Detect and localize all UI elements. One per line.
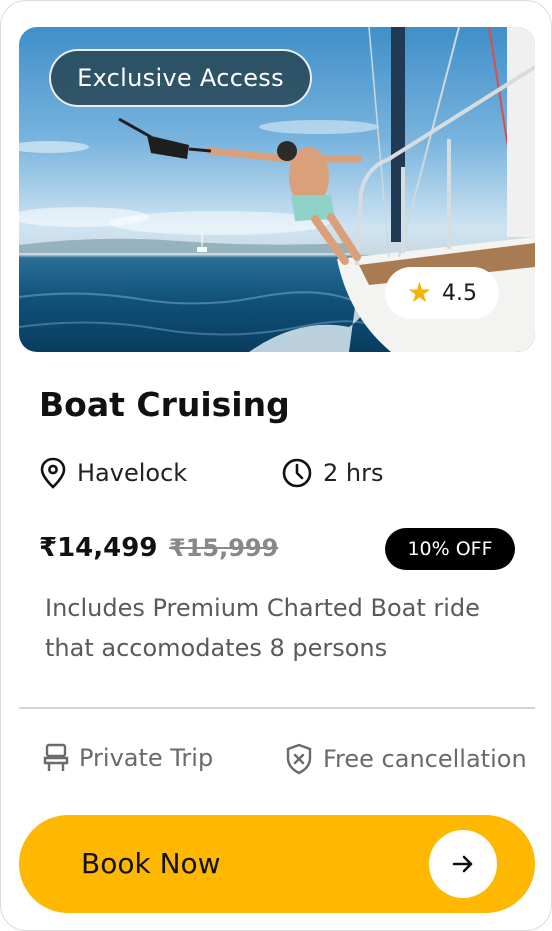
hero-image: Exclusive Access ★ 4.5 — [19, 27, 535, 352]
discount-label: 10% OFF — [407, 538, 493, 560]
current-price: ₹14,499 — [39, 533, 158, 563]
book-now-button[interactable]: Book Now — [19, 815, 535, 913]
arrow-right-icon — [452, 855, 473, 873]
location-label: Havelock — [77, 459, 188, 487]
seat-icon — [43, 743, 69, 771]
rating-badge: ★ 4.5 — [385, 267, 499, 319]
star-icon: ★ — [406, 276, 433, 309]
arrow-button[interactable] — [429, 830, 497, 898]
rating-value: 4.5 — [442, 280, 478, 306]
feature-free-cancellation: Free cancellation — [285, 743, 527, 775]
location-pin-icon — [40, 457, 66, 489]
exclusive-access-badge: Exclusive Access — [49, 49, 312, 107]
shield-x-icon — [286, 743, 312, 775]
price-row: ₹14,499 ₹15,999 10% OFF — [39, 528, 515, 570]
book-now-label: Book Now — [81, 847, 221, 880]
feature-private-trip: Private Trip — [43, 743, 213, 773]
location-info: Havelock — [39, 457, 187, 489]
duration-label: 2 hrs — [323, 459, 384, 487]
divider — [19, 707, 535, 709]
original-price: ₹15,999 — [169, 534, 279, 562]
feature-private-trip-label: Private Trip — [79, 744, 214, 772]
discount-badge: 10% OFF — [385, 528, 515, 570]
duration-info: 2 hrs — [281, 457, 383, 489]
feature-free-cancellation-label: Free cancellation — [323, 745, 527, 773]
trip-description: Includes Premium Charted Boat ride that … — [45, 594, 480, 662]
card-title: Boat Cruising — [39, 385, 290, 424]
exclusive-access-label: Exclusive Access — [77, 64, 284, 92]
clock-icon — [282, 458, 312, 488]
experience-card[interactable]: Exclusive Access ★ 4.5 Boat Cruising Hav… — [0, 0, 552, 931]
